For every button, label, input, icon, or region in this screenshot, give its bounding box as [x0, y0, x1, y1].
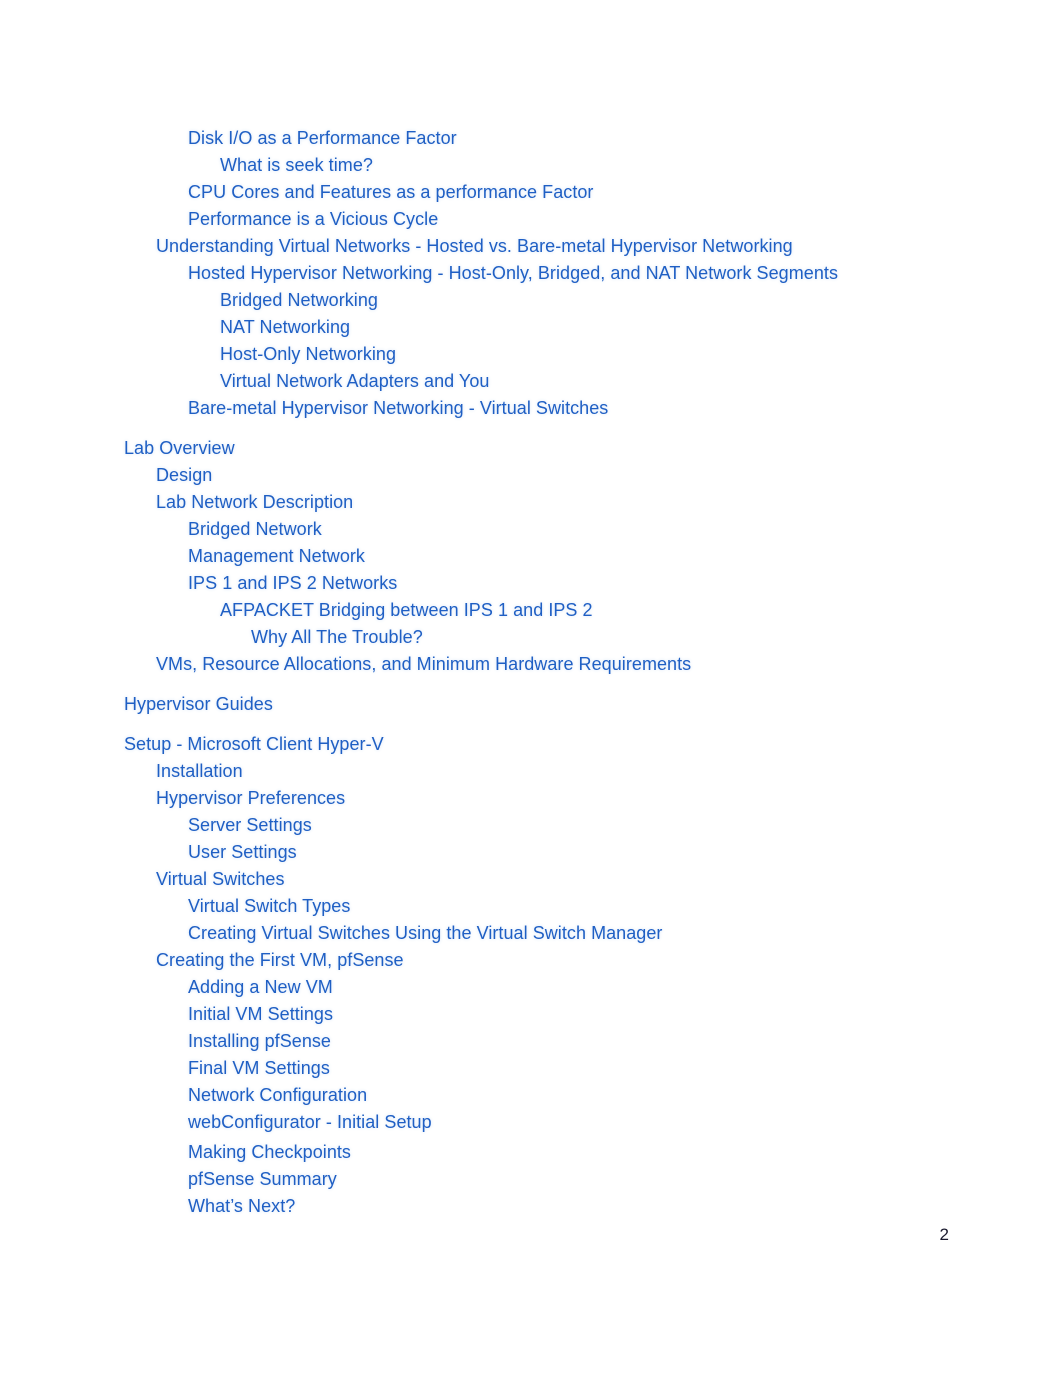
toc-link[interactable]: Initial VM Settings [0, 1001, 1062, 1028]
toc-link[interactable]: pfSense Summary [0, 1166, 1062, 1193]
toc-link[interactable]: Performance is a Vicious Cycle [0, 206, 1062, 233]
toc-link[interactable]: What’s Next? [0, 1193, 1062, 1220]
page-top-margin [0, 0, 1062, 125]
toc-link[interactable]: Bridged Network [0, 516, 1062, 543]
toc-link[interactable]: Design [0, 462, 1062, 489]
toc-link[interactable]: Disk I/O as a Performance Factor [0, 125, 1062, 152]
toc-link[interactable]: webConfigurator - Initial Setup [0, 1109, 1062, 1136]
toc-link[interactable]: Host-Only Networking [0, 341, 1062, 368]
toc-link[interactable]: Making Checkpoints [0, 1139, 1062, 1166]
toc-link[interactable]: VMs, Resource Allocations, and Minimum H… [0, 651, 1062, 678]
toc-link[interactable]: What is seek time? [0, 152, 1062, 179]
toc-link[interactable]: Installation [0, 758, 1062, 785]
toc-link[interactable]: Bridged Networking [0, 287, 1062, 314]
toc-link[interactable]: Adding a New VM [0, 974, 1062, 1001]
toc-link[interactable]: Virtual Network Adapters and You [0, 368, 1062, 395]
toc-link[interactable]: CPU Cores and Features as a performance … [0, 179, 1062, 206]
toc-link[interactable]: Network Configuration [0, 1082, 1062, 1109]
table-of-contents: Disk I/O as a Performance Factor What is … [0, 0, 1062, 1220]
toc-link[interactable]: Virtual Switches [0, 866, 1062, 893]
toc-link[interactable]: Virtual Switch Types [0, 893, 1062, 920]
toc-link[interactable]: User Settings [0, 839, 1062, 866]
toc-link[interactable]: Why All The Trouble? [0, 624, 1062, 651]
toc-link[interactable]: Final VM Settings [0, 1055, 1062, 1082]
page-number: 2 [939, 1225, 949, 1244]
toc-link[interactable]: Setup - Microsoft Client Hyper-V [0, 731, 1062, 758]
toc-link[interactable]: Server Settings [0, 812, 1062, 839]
toc-link[interactable]: Lab Overview [0, 435, 1062, 462]
toc-link[interactable]: Bare-metal Hypervisor Networking - Virtu… [0, 395, 1062, 422]
toc-link[interactable]: Hosted Hypervisor Networking - Host-Only… [0, 260, 1062, 287]
toc-link[interactable]: IPS 1 and IPS 2 Networks [0, 570, 1062, 597]
document-page: Disk I/O as a Performance Factor What is … [0, 0, 1062, 1376]
toc-link[interactable]: Hypervisor Preferences [0, 785, 1062, 812]
toc-link[interactable]: Hypervisor Guides [0, 691, 1062, 718]
toc-link[interactable]: AFPACKET Bridging between IPS 1 and IPS … [0, 597, 1062, 624]
toc-link[interactable]: Creating the First VM, pfSense [0, 947, 1062, 974]
toc-link[interactable]: Creating Virtual Switches Using the Virt… [0, 920, 1062, 947]
toc-link[interactable]: Management Network [0, 543, 1062, 570]
toc-link[interactable]: Lab Network Description [0, 489, 1062, 516]
toc-link[interactable]: Understanding Virtual Networks - Hosted … [0, 233, 1062, 260]
toc-link[interactable]: NAT Networking [0, 314, 1062, 341]
toc-link[interactable]: Installing pfSense [0, 1028, 1062, 1055]
